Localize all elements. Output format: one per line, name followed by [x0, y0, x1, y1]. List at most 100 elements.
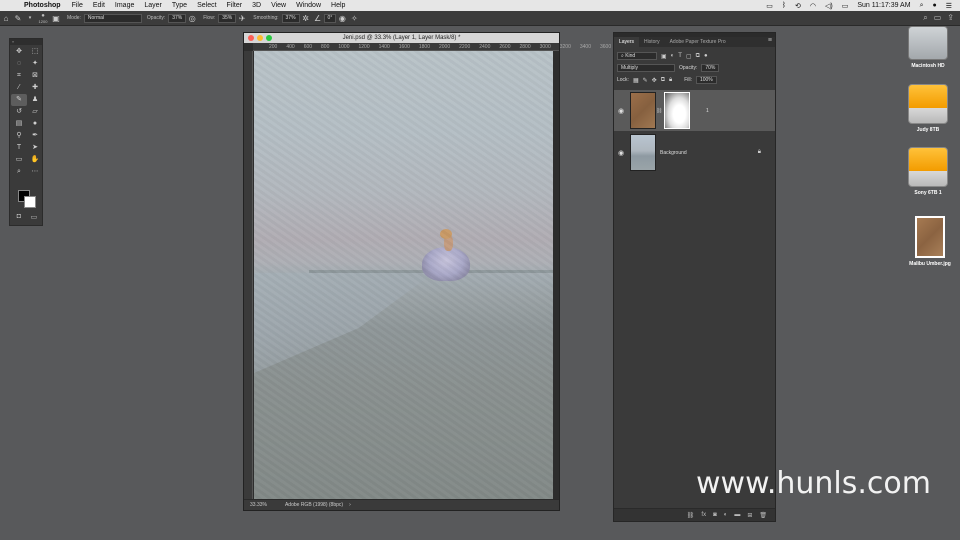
shape-tool-icon[interactable]: ▭: [11, 154, 27, 166]
lock-pixels-icon[interactable]: ✎: [643, 77, 648, 84]
background-thumbnail[interactable]: [630, 134, 656, 171]
menu-window[interactable]: Window: [296, 2, 321, 9]
vertical-ruler[interactable]: [244, 51, 253, 500]
smoothing-settings-icon[interactable]: ✲: [300, 14, 312, 23]
screen-mode-icon[interactable]: ▭: [31, 213, 38, 221]
brush-tool-icon[interactable]: ✎: [11, 94, 27, 106]
menu-select[interactable]: Select: [197, 2, 216, 9]
flow-input[interactable]: 35%: [218, 13, 237, 23]
mode-select[interactable]: Normal: [83, 13, 142, 23]
brush-size-preview[interactable]: ● 1200: [36, 13, 50, 24]
layer-thumbnail[interactable]: [630, 92, 656, 129]
marquee-tool-icon[interactable]: ⬚: [27, 46, 43, 58]
menu-view[interactable]: View: [271, 2, 286, 9]
chevron-down-icon[interactable]: ▾: [24, 15, 36, 21]
filter-pixel-icon[interactable]: ▣: [661, 53, 667, 60]
horizontal-ruler[interactable]: 200 400 600 800 1000 1200 1400 1600 1800…: [253, 43, 611, 51]
link-layers-icon[interactable]: ⛓: [687, 512, 695, 519]
healing-brush-tool-icon[interactable]: ✚: [27, 82, 43, 94]
filter-adjustment-icon[interactable]: ◐: [671, 53, 675, 59]
clone-stamp-tool-icon[interactable]: ♟: [27, 94, 43, 106]
dodge-tool-icon[interactable]: ⚲: [11, 130, 27, 142]
tab-layers[interactable]: Layers: [614, 37, 640, 47]
panel-menu-icon[interactable]: ≡: [768, 37, 772, 44]
zoom-tool-icon[interactable]: ⌕: [11, 166, 27, 178]
filter-smart-object-icon[interactable]: ⧉: [696, 53, 700, 60]
notification-center-icon[interactable]: ☰: [946, 2, 952, 10]
filter-kind-select[interactable]: ⌕ Kind: [617, 52, 657, 60]
bluetooth-icon[interactable]: ᛒ: [782, 2, 786, 9]
more-tools-icon[interactable]: ⋯: [27, 166, 43, 178]
visibility-eye-icon[interactable]: ◉: [614, 149, 628, 157]
layer-row-1[interactable]: ◉ ⛓ 1: [614, 90, 775, 131]
home-icon[interactable]: ⌂: [0, 14, 12, 23]
mask-link-icon[interactable]: ⛓: [656, 108, 662, 114]
user-avatar-icon[interactable]: ●: [932, 2, 936, 9]
visibility-eye-icon[interactable]: ◉: [614, 107, 628, 115]
pressure-size-icon[interactable]: ◉: [336, 14, 348, 23]
workspace-icon[interactable]: ▭: [934, 13, 942, 23]
time-machine-icon[interactable]: ⟲: [795, 2, 801, 10]
menu-layer[interactable]: Layer: [144, 2, 162, 9]
layer-row-background[interactable]: ◉ Background 🔒︎: [614, 132, 775, 173]
path-selection-tool-icon[interactable]: ➤: [27, 142, 43, 154]
new-layer-icon[interactable]: ⊞: [747, 512, 752, 519]
new-group-icon[interactable]: ▬: [734, 512, 740, 518]
document-canvas[interactable]: [254, 51, 553, 500]
airbrush-icon[interactable]: ✈: [236, 14, 248, 23]
opacity-input[interactable]: 37%: [168, 13, 187, 23]
airplay-icon[interactable]: ▭: [766, 2, 773, 10]
move-tool-icon[interactable]: ✥: [11, 46, 27, 58]
blur-tool-icon[interactable]: ●: [27, 118, 43, 130]
menu-app-name[interactable]: Photoshop: [24, 2, 61, 9]
lock-transparent-icon[interactable]: ▦: [633, 77, 639, 84]
pressure-opacity-icon[interactable]: ◎: [186, 14, 198, 23]
pen-tool-icon[interactable]: ✒: [27, 130, 43, 142]
smoothing-input[interactable]: 37%: [281, 13, 300, 23]
add-mask-icon[interactable]: ◙: [713, 512, 717, 518]
layer-mask-thumbnail[interactable]: [664, 92, 690, 129]
close-window-button[interactable]: [248, 35, 254, 41]
lock-position-icon[interactable]: ✥: [652, 77, 657, 84]
menu-3d[interactable]: 3D: [252, 2, 261, 9]
eyedropper-tool-icon[interactable]: ⁄: [11, 82, 27, 94]
lasso-tool-icon[interactable]: ◌: [11, 58, 27, 70]
menu-type[interactable]: Type: [172, 2, 187, 9]
brush-settings-icon[interactable]: ▣: [50, 14, 62, 23]
menu-help[interactable]: Help: [331, 2, 345, 9]
filter-toggle-icon[interactable]: ●: [704, 53, 708, 59]
menu-filter[interactable]: Filter: [227, 2, 243, 9]
eraser-tool-icon[interactable]: ▱: [27, 106, 43, 118]
frame-tool-icon[interactable]: ⊠: [27, 70, 43, 82]
menu-clock[interactable]: Sun 11:17:39 AM: [857, 2, 910, 9]
desktop-item-sony-6tb[interactable]: Sony 6TB 1: [898, 147, 958, 196]
filter-type-icon[interactable]: T: [678, 53, 682, 59]
gradient-tool-icon[interactable]: ▤: [11, 118, 27, 130]
desktop-item-judy-8tb[interactable]: Judy 8TB: [898, 84, 958, 133]
blend-mode-select[interactable]: Multiply: [617, 64, 675, 72]
wifi-icon[interactable]: ◠: [810, 2, 816, 10]
tab-history[interactable]: History: [639, 37, 665, 47]
zoom-window-button[interactable]: [266, 35, 272, 41]
filter-shape-icon[interactable]: ▢: [686, 53, 692, 60]
menu-image[interactable]: Image: [115, 2, 134, 9]
search-icon[interactable]: ⌕: [923, 13, 927, 23]
tab-paper-texture[interactable]: Adobe Paper Texture Pro: [665, 37, 731, 47]
volume-icon[interactable]: ◁): [825, 2, 833, 10]
crop-tool-icon[interactable]: ⌗: [11, 70, 27, 82]
layer-opacity-input[interactable]: 70%: [701, 64, 720, 72]
lock-artboard-icon[interactable]: ⧉: [661, 77, 665, 84]
battery-icon[interactable]: ▭: [842, 2, 849, 10]
spotlight-icon[interactable]: ⌕: [920, 2, 924, 10]
background-color-swatch[interactable]: [24, 196, 36, 208]
menu-edit[interactable]: Edit: [93, 2, 105, 9]
status-menu-chevron-icon[interactable]: ›: [349, 502, 351, 508]
angle-input[interactable]: 0°: [323, 13, 337, 23]
magic-wand-tool-icon[interactable]: ✦: [27, 58, 43, 70]
lock-all-icon[interactable]: 🔒︎: [669, 77, 672, 84]
zoom-level[interactable]: 33.33%: [250, 502, 267, 508]
menu-file[interactable]: File: [72, 2, 83, 9]
desktop-item-macintosh-hd[interactable]: Macintosh HD: [898, 26, 958, 69]
hand-tool-icon[interactable]: ✋: [27, 154, 43, 166]
layer-name[interactable]: 1: [706, 108, 709, 114]
